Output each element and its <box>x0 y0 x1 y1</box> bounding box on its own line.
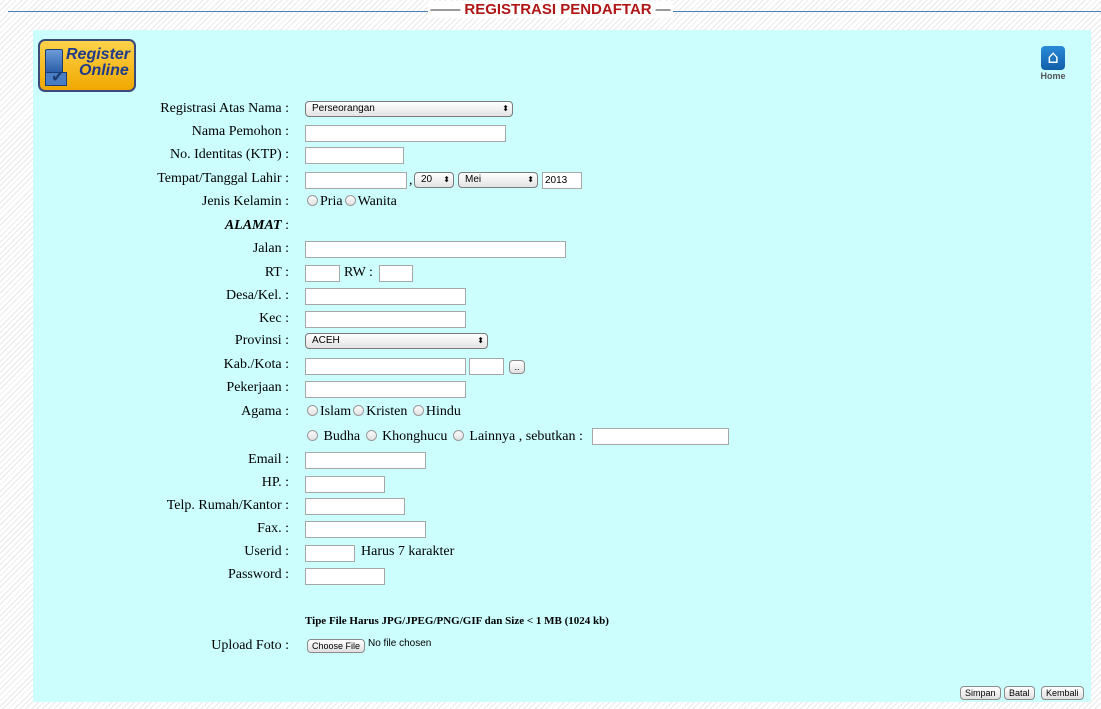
kab-kota-input[interactable] <box>305 358 466 375</box>
radio-budha[interactable] <box>307 430 318 441</box>
label-rt: RT : <box>264 265 289 280</box>
radio-khonghucu[interactable] <box>365 430 377 441</box>
tempat-lahir-input[interactable] <box>305 172 407 189</box>
register-online-logo: ✔ Register Online <box>38 39 136 92</box>
page-title: REGISTRASI PENDAFTAR <box>462 1 654 18</box>
jalan-input[interactable] <box>305 241 566 258</box>
label-desa: Desa/Kel. : <box>226 288 289 303</box>
label-kec: Kec : <box>259 311 289 326</box>
label-kab: Kab./Kota : <box>223 357 289 372</box>
gender-radio-group: Pria Wanita <box>305 194 397 210</box>
date-comma: , <box>409 173 413 188</box>
label-jalan: Jalan : <box>252 241 289 256</box>
email-input[interactable] <box>305 452 426 469</box>
day-select[interactable]: 20 ⬍ <box>414 172 454 188</box>
radio-islam[interactable] <box>307 405 318 416</box>
radio-lainnya-label: Lainnya , sebutkan : <box>469 429 583 444</box>
checkmark-icon: ✔ <box>51 67 65 86</box>
rt-input[interactable] <box>305 265 340 282</box>
radio-hindu[interactable] <box>412 405 424 416</box>
label-registrasi: Registrasi Atas Nama : <box>160 101 289 116</box>
label-alamat: ALAMAT : <box>225 218 289 234</box>
label-rw: RW : <box>344 265 373 280</box>
label-agama: Agama : <box>241 404 289 419</box>
agama-radio-group-1: Islam Kristen Hindu <box>305 404 461 420</box>
radio-khonghucu-label: Khonghucu <box>382 429 448 444</box>
kecamatan-input[interactable] <box>305 311 466 328</box>
nama-pemohon-input[interactable] <box>305 125 506 142</box>
password-input[interactable] <box>305 568 385 585</box>
header-legend: —— REGISTRASI PENDAFTAR — <box>428 1 673 18</box>
radio-kristen-label: Kristen <box>366 404 408 419</box>
radio-islam-label: Islam <box>320 404 352 419</box>
home-label[interactable]: Home <box>1035 71 1071 81</box>
logo-text-online: Online <box>79 62 129 79</box>
kembali-button[interactable]: Kembali <box>1041 686 1084 700</box>
radio-lainnya[interactable] <box>452 430 464 441</box>
label-provinsi: Provinsi : <box>234 333 289 348</box>
label-upload: Upload Foto : <box>211 638 289 653</box>
alamat-colon: : <box>285 218 289 233</box>
label-kelamin: Jenis Kelamin : <box>201 194 289 209</box>
label-nama: Nama Pemohon : <box>191 124 289 139</box>
alamat-heading: ALAMAT <box>224 218 282 233</box>
hp-input[interactable] <box>305 476 385 493</box>
radio-wanita-label: Wanita <box>357 194 397 209</box>
home-link[interactable]: ⌂ Home <box>1035 46 1071 81</box>
month-select[interactable]: Mei ⬍ <box>458 172 538 188</box>
label-password: Password : <box>227 567 289 582</box>
kab-kode-input[interactable] <box>469 358 504 375</box>
label-hp: HP. : <box>261 475 289 490</box>
identitas-input[interactable] <box>305 147 404 164</box>
provinsi-select-value: ACEH <box>312 335 340 346</box>
choose-file-button[interactable]: Choose File <box>307 639 366 653</box>
radio-wanita[interactable] <box>344 195 356 206</box>
day-select-value: 20 <box>421 174 433 185</box>
registrasi-select[interactable]: Perseorangan ⬍ <box>305 101 513 117</box>
label-ttl: Tempat/Tanggal Lahir : <box>157 171 289 186</box>
logo-text-register: Register <box>66 46 131 63</box>
agama-lainnya-input[interactable] <box>592 428 729 445</box>
label-fax: Fax. : <box>257 521 289 536</box>
userid-input[interactable] <box>305 545 355 562</box>
radio-kristen[interactable] <box>353 405 365 416</box>
batal-button[interactable]: Batal <box>1004 686 1035 700</box>
year-input[interactable] <box>542 172 582 189</box>
registrasi-select-value: Perseorangan <box>312 103 375 114</box>
select-arrows-icon: ⬍ <box>443 175 450 184</box>
label-email: Email : <box>248 452 289 467</box>
label-pekerjaan: Pekerjaan : <box>226 380 289 395</box>
label-identitas: No. Identitas (KTP) : <box>170 147 289 162</box>
select-arrows-icon: ⬍ <box>527 175 534 184</box>
simpan-button[interactable]: Simpan <box>960 686 1001 700</box>
userid-hint: Harus 7 karakter <box>361 544 455 559</box>
file-type-note: Tipe File Harus JPG/JPEG/PNG/GIF dan Siz… <box>305 615 609 627</box>
select-arrows-icon: ⬍ <box>502 104 509 113</box>
radio-hindu-label: Hindu <box>425 404 461 419</box>
radio-pria[interactable] <box>307 195 318 206</box>
label-telp: Telp. Rumah/Kantor : <box>166 498 289 513</box>
select-arrows-icon: ⬍ <box>477 336 484 345</box>
fax-input[interactable] <box>305 521 426 538</box>
home-icon[interactable]: ⌂ <box>1041 46 1065 70</box>
radio-budha-label: Budha <box>323 429 361 444</box>
rw-input[interactable] <box>379 265 413 282</box>
radio-pria-label: Pria <box>320 194 343 209</box>
pekerjaan-input[interactable] <box>305 381 466 398</box>
desa-input[interactable] <box>305 288 466 305</box>
month-select-value: Mei <box>465 174 482 185</box>
kab-lookup-button[interactable]: .. <box>509 360 525 374</box>
agama-radio-group-2: Budha Khonghucu Lainnya , sebutkan : <box>305 429 583 445</box>
no-file-text: No file chosen <box>368 638 432 649</box>
label-userid: Userid : <box>244 544 289 559</box>
provinsi-select[interactable]: ACEH ⬍ <box>305 333 488 349</box>
telp-input[interactable] <box>305 498 405 515</box>
